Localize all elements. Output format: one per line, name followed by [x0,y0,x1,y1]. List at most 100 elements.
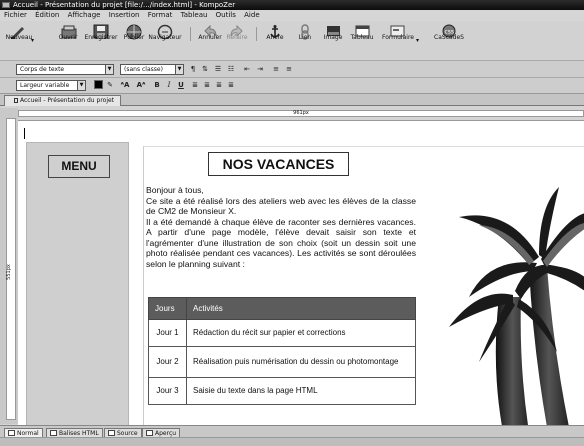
paragraph-context: Ce site a été réalisé lors des ateliers … [146,195,416,217]
link-button[interactable]: Lien [292,21,318,61]
activities-table: Jours Activités Jour 1 Rédaction du réci… [148,297,416,405]
document-icon [14,98,18,103]
save-label: Enregistrer [84,34,118,41]
anchor-label: Ancre [266,34,284,41]
undo-label: Annuler [198,34,222,41]
outdent-icon[interactable]: ⇤ [242,64,252,74]
new-button[interactable]: ▾ Nouveau [4,21,38,61]
html-tags-icon [50,430,57,436]
table-label: Tableau [350,34,374,41]
class-select[interactable]: (sans classe) ▼ [120,64,184,75]
align-center-icon[interactable]: ≡ [284,64,294,74]
table-header-row: Jours Activités [148,297,416,320]
table-header-activites: Activités [186,297,416,320]
publish-button[interactable]: Publier [120,21,148,61]
window-title: Accueil - Présentation du projet [file:/… [13,1,236,9]
content-area: NOS VACANCES Bonjour à tous, Ce site a é… [143,146,584,425]
paragraph-format-select[interactable]: Corps de texte ▼ [16,64,114,75]
status-bar [0,437,584,446]
table-row: Jour 3 Saisie du texte dans la page HTML [148,377,416,405]
align-left-icon[interactable]: ≡ [271,64,281,74]
toolbar-separator [190,27,191,41]
table-cell-activity[interactable]: Saisie du texte dans la page HTML [186,377,416,405]
horizontal-ruler: 961px [18,110,584,117]
menu-bar: Fichier Édition Affichage Insertion Form… [0,10,584,21]
cascades-button[interactable]: css CaScadeS [430,21,468,61]
menu-column: MENU [26,142,129,425]
align-left-icon[interactable]: ≣ [190,80,200,90]
align-right-icon[interactable]: ≣ [214,80,224,90]
italic-icon[interactable]: I [164,80,174,90]
window-title-bar: Accueil - Présentation du projet [file:/… [0,0,584,10]
table-cell-day[interactable]: Jour 1 [148,319,187,347]
document-tab-strip: Accueil - Présentation du projet [0,94,584,106]
table-cell-activity[interactable]: Réalisation puis numérisation du dessin … [186,346,416,378]
browse-label: Navigateur [148,34,182,41]
editor-area[interactable]: MENU NOS VACANCES Bonjour à tous, Ce sit… [18,120,584,425]
menu-format[interactable]: Format [148,10,173,21]
font-smaller-icon[interactable]: ᴬA [120,80,130,90]
toolbar-separator [256,27,257,41]
table-cell-day[interactable]: Jour 2 [148,346,187,378]
form-label: Formulaire [382,34,414,41]
publish-label: Publier [123,34,145,41]
align-center-icon[interactable]: ≣ [202,80,212,90]
menu-aide[interactable]: Aide [244,10,259,21]
link-label: Lien [298,34,312,41]
cascades-label: CaScadeS [434,34,464,41]
preview-icon [146,430,153,436]
format-toolbar-1: Corps de texte ▼ (sans classe) ▼ ¶ ⇅ ☰ ☷… [0,61,584,78]
paragraph-description: Il a été demandé à chaque élève de racon… [146,216,416,269]
font-select[interactable]: Largeur variable ▼ [16,80,86,91]
chevron-down-icon: ▼ [77,81,85,90]
highlight-icon[interactable]: ✎ [105,80,115,90]
format-toolbar-2: Largeur variable ▼ ✎ ᴬA Aᴬ B I U ≣ ≣ ≣ ≣ [0,78,584,94]
page-heading: NOS VACANCES [208,152,349,176]
redo-button[interactable]: Refaire [224,21,250,61]
browse-button[interactable]: Navigateur [148,21,182,61]
anchor-button[interactable]: Ancre [262,21,288,61]
text-color-swatch[interactable] [94,80,103,89]
vertical-ruler: 551px [6,118,16,420]
chevron-down-icon: ▼ [175,65,183,74]
paragraph-greeting: Bonjour à tous, [146,185,204,195]
bullet-list-icon[interactable]: ☷ [226,64,236,74]
menu-edition[interactable]: Édition [35,10,59,21]
menu-insertion[interactable]: Insertion [109,10,140,21]
underline-icon[interactable]: U [176,80,186,90]
image-button[interactable]: Image [320,21,346,61]
chevron-down-icon: ▼ [105,65,113,74]
palm-tree-image [449,187,584,425]
open-label: Ouvrir [58,34,78,41]
justify-icon[interactable]: ≣ [226,80,236,90]
menu-box[interactable]: MENU [48,155,110,178]
table-button[interactable]: Tableau [346,21,378,61]
bold-icon[interactable]: B [152,80,162,90]
table-cell-day[interactable]: Jour 3 [148,377,187,405]
numbered-list-icon[interactable]: ☰ [213,64,223,74]
table-cell-activity[interactable]: Rédaction du récit sur papier et correct… [186,319,416,347]
table-row: Jour 2 Réalisation puis numérisation du … [148,346,416,378]
indent-icon[interactable]: ⇥ [255,64,265,74]
form-button[interactable]: ▾ Formulaire [378,21,422,61]
text-caret [24,128,25,139]
tab-accueil[interactable]: Accueil - Présentation du projet [4,95,122,106]
sort-icon[interactable]: ⇅ [200,64,210,74]
paragraph-icon[interactable]: ¶ [188,64,198,74]
app-icon [2,2,10,8]
table-header-jours: Jours [148,297,187,320]
undo-button[interactable]: Annuler [196,21,224,61]
new-label: Nouveau [5,34,33,41]
font-larger-icon[interactable]: Aᴬ [136,80,146,90]
main-toolbar: ▾ Nouveau Ouvrir Enregistrer Publier Nav… [0,21,584,61]
source-view-icon [108,430,115,436]
menu-outils[interactable]: Outils [216,10,236,21]
menu-fichier[interactable]: Fichier [4,10,27,21]
open-button[interactable]: Ouvrir [52,21,84,61]
save-button[interactable]: Enregistrer [82,21,120,61]
intro-text: Bonjour à tous, Ce site a été réalisé lo… [146,185,416,269]
image-label: Image [323,34,343,41]
redo-label: Refaire [226,34,248,41]
menu-affichage[interactable]: Affichage [68,10,101,21]
menu-tableau[interactable]: Tableau [181,10,208,21]
